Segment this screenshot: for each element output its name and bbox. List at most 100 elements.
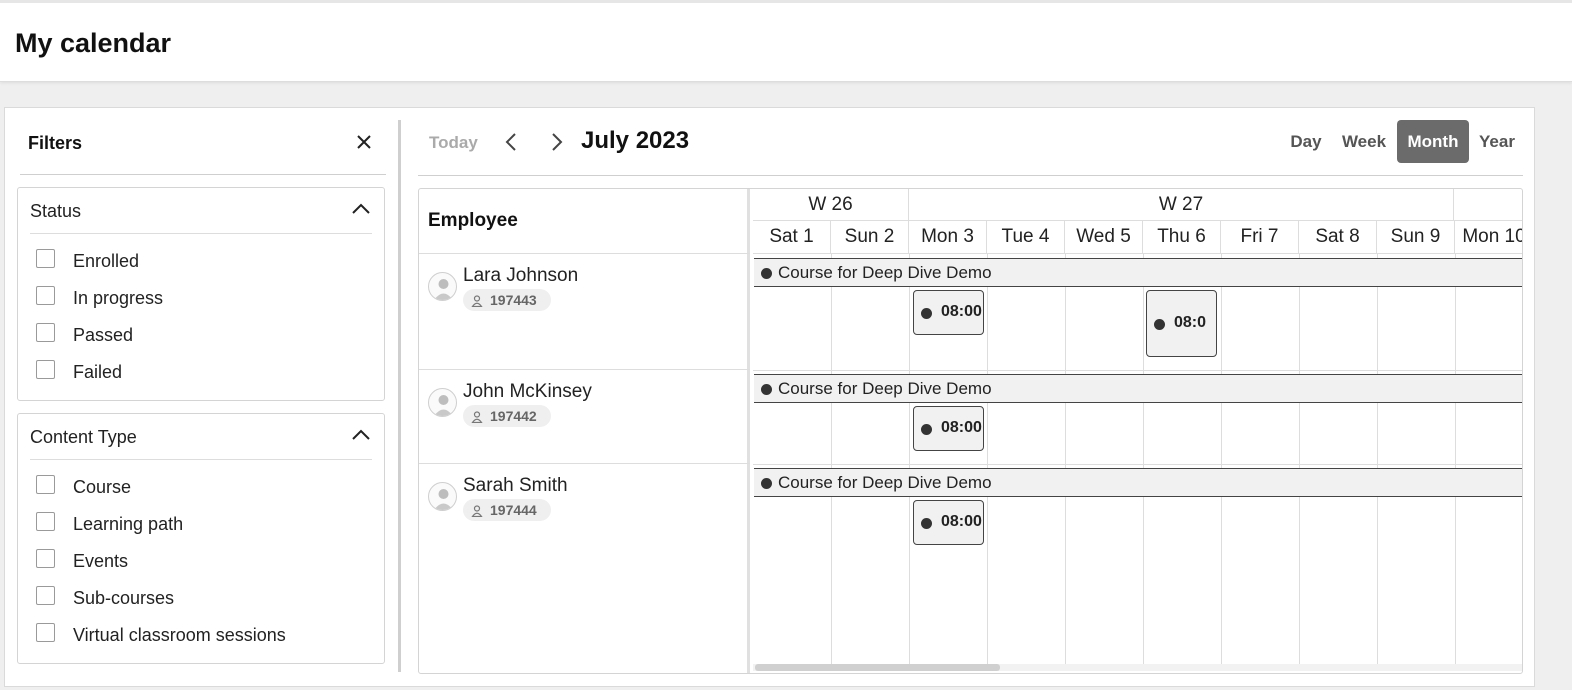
event-dot [1154,319,1165,330]
employee-id-badge: 197442 [463,405,551,427]
view-month-button[interactable]: Month [1397,120,1469,163]
avatar-icon [428,482,457,511]
day-header: Tue 4 [987,221,1065,254]
horizontal-scrollbar[interactable] [753,664,1522,671]
employee-id-badge: 197444 [463,499,551,521]
today-button[interactable]: Today [429,133,478,153]
content-type-option-course[interactable]: Course [36,466,384,503]
content-type-option-sub-courses[interactable]: Sub-courses [36,577,384,614]
employee-column: Employee Lara Johnson 197443 John McKins… [419,189,750,673]
day-gridline [1299,254,1300,664]
employee-column-header: Employee [419,189,750,254]
avatar-icon [428,388,457,417]
row-separator [753,370,1522,371]
employee-row[interactable]: Sarah Smith 197444 [419,464,750,673]
option-label: Events [73,551,129,571]
status-option-failed[interactable]: Failed [36,351,384,388]
day-gridline [909,254,910,664]
day-gridline [1143,254,1144,664]
checkbox[interactable] [36,286,55,305]
employee-row[interactable]: Lara Johnson 197443 [419,254,750,370]
status-filter-header[interactable]: Status [30,188,372,234]
option-label: Virtual classroom sessions [73,625,286,645]
checkbox[interactable] [36,512,55,531]
session-event[interactable]: 08:00 [913,406,984,451]
view-week-button[interactable]: Week [1333,120,1395,163]
employee-name: Lara Johnson [463,265,579,286]
day-gridline [1221,254,1222,664]
top-bar: My calendar [0,0,1572,82]
close-icon[interactable] [356,134,372,150]
person-icon [471,410,483,428]
day-gridline [831,254,832,664]
day-header-row: Sat 1 Sun 2 Mon 3 Tue 4 Wed 5 Thu 6 Fri … [753,221,1523,254]
course-title: Course for Deep Dive Demo [778,473,992,492]
day-header: Mon 10 [1462,226,1523,247]
day-header: Sat 8 [1299,221,1377,254]
employee-header-label: Employee [428,210,518,231]
view-day-button[interactable]: Day [1280,120,1332,163]
course-bar[interactable]: Course for Deep Dive Demo [754,468,1522,497]
checkbox[interactable] [36,323,55,342]
course-bar[interactable]: Course for Deep Dive Demo [754,374,1522,403]
calendar-timeline: W 26 W 27 Sat 1 Sun 2 Mon 3 Tue 4 Wed 5 … [753,189,1523,673]
content-type-filter-title: Content Type [30,427,137,447]
event-time: 08:0 [1174,314,1207,331]
filters-header: Filters [20,120,386,175]
employee-name: Sarah Smith [463,475,568,496]
employee-name: John McKinsey [463,381,592,402]
day-header: Sun 2 [831,221,909,254]
content-type-option-learning-path[interactable]: Learning path [36,503,384,540]
session-event[interactable]: 08:0 [1146,290,1217,357]
option-label: In progress [73,288,164,308]
employee-id: 197444 [490,502,537,518]
employee-row[interactable]: John McKinsey 197442 [419,370,750,464]
day-header: Fri 7 [1221,221,1299,254]
day-header: Thu 6 [1143,221,1221,254]
status-option-enrolled[interactable]: Enrolled [36,240,384,277]
event-time: 08:00 [941,303,982,320]
course-title: Course for Deep Dive Demo [778,379,992,398]
week-header: W 27 [909,189,1454,221]
status-option-in-progress[interactable]: In progress [36,277,384,314]
event-dot [921,308,932,319]
session-event[interactable]: 08:00 [913,500,984,545]
content-type-filter-section: Content Type Course Learning path Events… [17,413,385,664]
session-event[interactable]: 08:00 [913,290,984,335]
checkbox[interactable] [36,360,55,379]
event-time: 08:00 [941,419,982,436]
chevron-right-icon[interactable] [551,132,563,157]
checkbox[interactable] [36,586,55,605]
chevron-left-icon[interactable] [505,132,517,157]
checkbox[interactable] [36,475,55,494]
content-type-filter-header[interactable]: Content Type [30,414,372,460]
day-header: Wed 5 [1065,221,1143,254]
calendar-toolbar: Today July 2023 Day Week Month Year [418,120,1523,176]
current-period-title: July 2023 [581,127,690,154]
scrollbar-thumb[interactable] [755,664,1000,671]
view-year-button[interactable]: Year [1471,120,1523,163]
chevron-up-icon[interactable] [352,428,370,446]
event-time: 08:00 [941,513,982,530]
checkbox[interactable] [36,623,55,642]
checkbox[interactable] [36,549,55,568]
panel-resize-handle[interactable] [398,120,401,672]
calendar-grid: Employee Lara Johnson 197443 John McKins… [418,188,1523,674]
employee-id: 197442 [490,408,537,424]
status-option-passed[interactable]: Passed [36,314,384,351]
day-gridline [1455,254,1456,664]
calendar-panel: Filters Status Enrolled In progress Pass… [4,107,1535,687]
person-icon [471,504,483,522]
course-bar[interactable]: Course for Deep Dive Demo [754,258,1522,287]
employee-id-badge: 197443 [463,289,551,311]
content-type-option-events[interactable]: Events [36,540,384,577]
employee-id: 197443 [490,292,537,308]
content-type-option-virtual-classroom[interactable]: Virtual classroom sessions [36,614,384,651]
status-filter-title: Status [30,201,82,221]
course-title: Course for Deep Dive Demo [778,263,992,282]
chevron-up-icon[interactable] [352,202,370,220]
week-header-row: W 26 W 27 [753,189,1522,221]
checkbox[interactable] [36,249,55,268]
event-dot [921,518,932,529]
event-dot [761,268,772,279]
